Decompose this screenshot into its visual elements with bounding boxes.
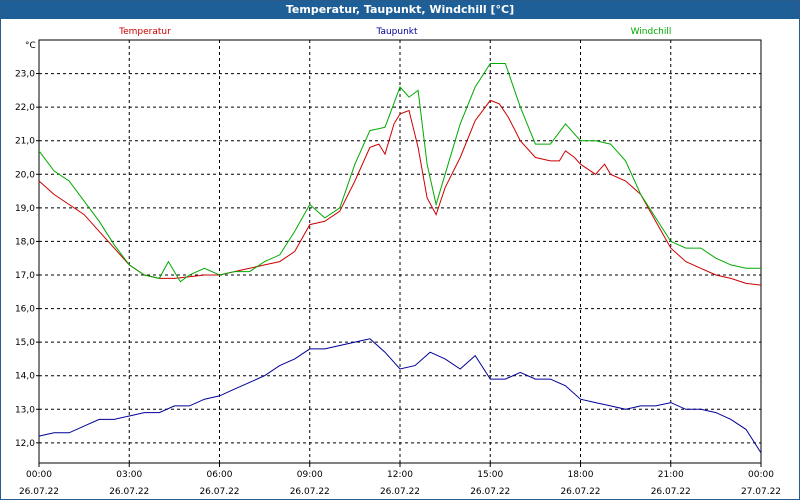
x-tick-date-label: 26.07.22 — [199, 487, 239, 497]
x-tick-time-label: 00:00 — [748, 470, 774, 480]
y-axis-ticks: 12,0 13,0 14,0 15,0 16,0 17,0 18,0 19,0 20,0 21,0… — [15, 70, 39, 449]
x-tick-date-label: 26.07.22 — [19, 487, 59, 497]
x-tick-time-label: 15:00 — [477, 470, 503, 480]
y-tick-label: 22,0 — [15, 103, 35, 113]
x-tick-date-label: 26.07.22 — [470, 487, 510, 497]
y-tick-label: 20,0 — [15, 170, 35, 180]
x-axis-ticks: 00:00 26.07.22 03:00 26.07.22 06:00 26.07.22 0… — [19, 463, 781, 497]
x-tick-time-label: 06:00 — [207, 470, 233, 480]
x-tick-date-label: 26.07.22 — [109, 487, 149, 497]
x-tick-date-label: 26.07.22 — [290, 487, 330, 497]
chart-canvas: 12,0 13,0 14,0 15,0 16,0 17,0 18,0 19,0 20,0 21,0… — [15, 27, 781, 497]
x-tick-time-label: 09:00 — [297, 470, 323, 480]
y-tick-label: 21,0 — [15, 137, 35, 147]
x-tick-time-label: 03:00 — [116, 470, 142, 480]
legend-taupunkt: Taupunkt — [375, 27, 418, 37]
y-tick-label: 14,0 — [15, 372, 35, 382]
y-tick-label: 19,0 — [15, 204, 35, 214]
chart-window: Temperatur, Taupunkt, Windchill [°C] 12,… — [0, 0, 800, 500]
y-tick-label: 18,0 — [15, 237, 35, 247]
x-tick-date-label: 26.07.22 — [560, 487, 600, 497]
x-tick-date-label: 27.07.22 — [741, 487, 781, 497]
y-axis-unit-label: °C — [25, 41, 36, 51]
x-tick-date-label: 26.07.22 — [380, 487, 420, 497]
x-tick-time-label: 12:00 — [387, 470, 413, 480]
y-tick-label: 13,0 — [15, 405, 35, 415]
chart-title: Temperatur, Taupunkt, Windchill [°C] — [1, 1, 799, 19]
x-tick-time-label: 21:00 — [658, 470, 684, 480]
y-tick-label: 23,0 — [15, 70, 35, 80]
y-tick-label: 16,0 — [15, 305, 35, 315]
x-tick-date-label: 26.07.22 — [651, 487, 691, 497]
y-tick-label: 12,0 — [15, 439, 35, 449]
legend-windchill: Windchill — [631, 27, 672, 37]
x-tick-time-label: 00:00 — [26, 470, 52, 480]
x-tick-time-label: 18:00 — [568, 470, 594, 480]
y-tick-label: 15,0 — [15, 338, 35, 348]
y-tick-label: 17,0 — [15, 271, 35, 281]
legend: Temperatur Taupunkt Windchill — [118, 27, 671, 37]
legend-temperatur: Temperatur — [118, 27, 171, 37]
